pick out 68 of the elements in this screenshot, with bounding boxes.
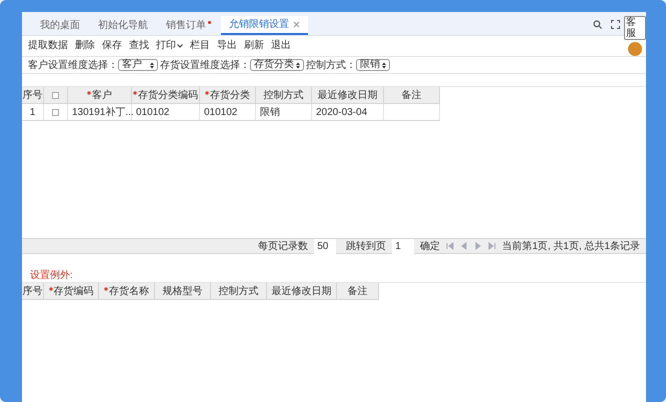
previous-page-icon[interactable]: [460, 242, 468, 250]
caret-icon: [177, 44, 183, 48]
checkbox[interactable]: [52, 108, 59, 116]
column-header: 存货名称: [109, 284, 149, 298]
jump-label: 跳转到页: [346, 240, 386, 254]
tab-label: 我的桌面: [40, 18, 80, 33]
table-cell-text: 130191补丁...: [72, 106, 134, 120]
select-arrows-icon: [382, 62, 386, 68]
filter-label: 存货设置维度选择：: [160, 58, 250, 72]
section-title: 设置例外:: [29, 268, 74, 282]
tab-label: 初始化导航: [98, 18, 148, 33]
toolbar-button[interactable]: 查找: [129, 38, 149, 53]
toolbar-button[interactable]: 导出: [217, 38, 237, 53]
select-field[interactable]: 客户: [118, 59, 158, 71]
column-header: 控制方式: [264, 88, 304, 102]
checkbox[interactable]: [52, 92, 59, 98]
tab[interactable]: 允销限销设置: [221, 16, 308, 35]
column-header: 备注: [348, 284, 368, 298]
toolbar-button[interactable]: 打印: [156, 38, 183, 53]
table-cell-text: 1: [30, 106, 36, 120]
select-field[interactable]: 限销: [356, 59, 390, 71]
fullscreen-icon[interactable]: [611, 20, 620, 29]
select-field[interactable]: 存货分类: [250, 59, 304, 71]
tab[interactable]: 销售订单: [158, 16, 219, 35]
toolbar-button[interactable]: 退出: [271, 38, 291, 53]
table-cell-text: 限销: [260, 106, 280, 120]
column-header: 最近修改日期: [318, 88, 378, 102]
table-cell-text: 010102: [136, 106, 170, 120]
tab[interactable]: 初始化导航: [90, 16, 156, 35]
page-size-field[interactable]: 50: [314, 238, 336, 254]
required-icon: [87, 91, 91, 95]
tab[interactable]: 我的桌面: [32, 16, 88, 35]
required-icon: [205, 91, 209, 95]
table-cell-text: 010102: [204, 106, 238, 120]
column-header: 客户: [92, 88, 112, 102]
filter-label: 控制方式：: [306, 58, 356, 72]
column-header: 序号: [22, 88, 42, 102]
select-arrows-icon: [150, 62, 154, 68]
required-icon: [133, 91, 137, 95]
select-arrows-icon: [296, 62, 300, 68]
column-header: 规格型号: [162, 284, 202, 298]
toolbar-button[interactable]: 保存: [102, 38, 122, 53]
tab-label: 允销限销设置: [229, 18, 289, 32]
toolbar-button[interactable]: 刷新: [244, 38, 264, 53]
required-icon: [48, 287, 52, 291]
column-header: 存货编码: [54, 284, 94, 298]
filter-label: 客户设置维度选择：: [28, 58, 118, 72]
page-size-label: 每页记录数: [258, 240, 308, 254]
next-page-icon[interactable]: [474, 242, 482, 250]
last-page-icon[interactable]: [488, 242, 496, 250]
table-cell-text: 2020-03-04: [316, 106, 368, 120]
tab-label: 销售订单: [166, 18, 206, 33]
toolbar-button[interactable]: 栏目: [190, 38, 210, 53]
required-icon: [104, 287, 108, 291]
close-icon[interactable]: [293, 21, 300, 28]
column-header: 最近修改日期: [272, 284, 332, 298]
column-header: 备注: [402, 88, 422, 102]
column-header: 序号: [22, 284, 42, 298]
search-icon[interactable]: [593, 20, 602, 29]
page-summary: 当前第1页, 共1页, 总共1条记录: [502, 240, 640, 254]
column-header: 存货分类编码: [138, 88, 198, 102]
column-header: 控制方式: [218, 284, 258, 298]
confirm-button[interactable]: 确定: [420, 238, 440, 254]
column-header: 存货分类: [210, 88, 250, 102]
page-field[interactable]: 1: [392, 238, 414, 254]
toolbar-button[interactable]: 删除: [75, 38, 95, 53]
first-page-icon[interactable]: [446, 242, 454, 250]
toolbar-button[interactable]: 提取数据: [28, 38, 68, 53]
